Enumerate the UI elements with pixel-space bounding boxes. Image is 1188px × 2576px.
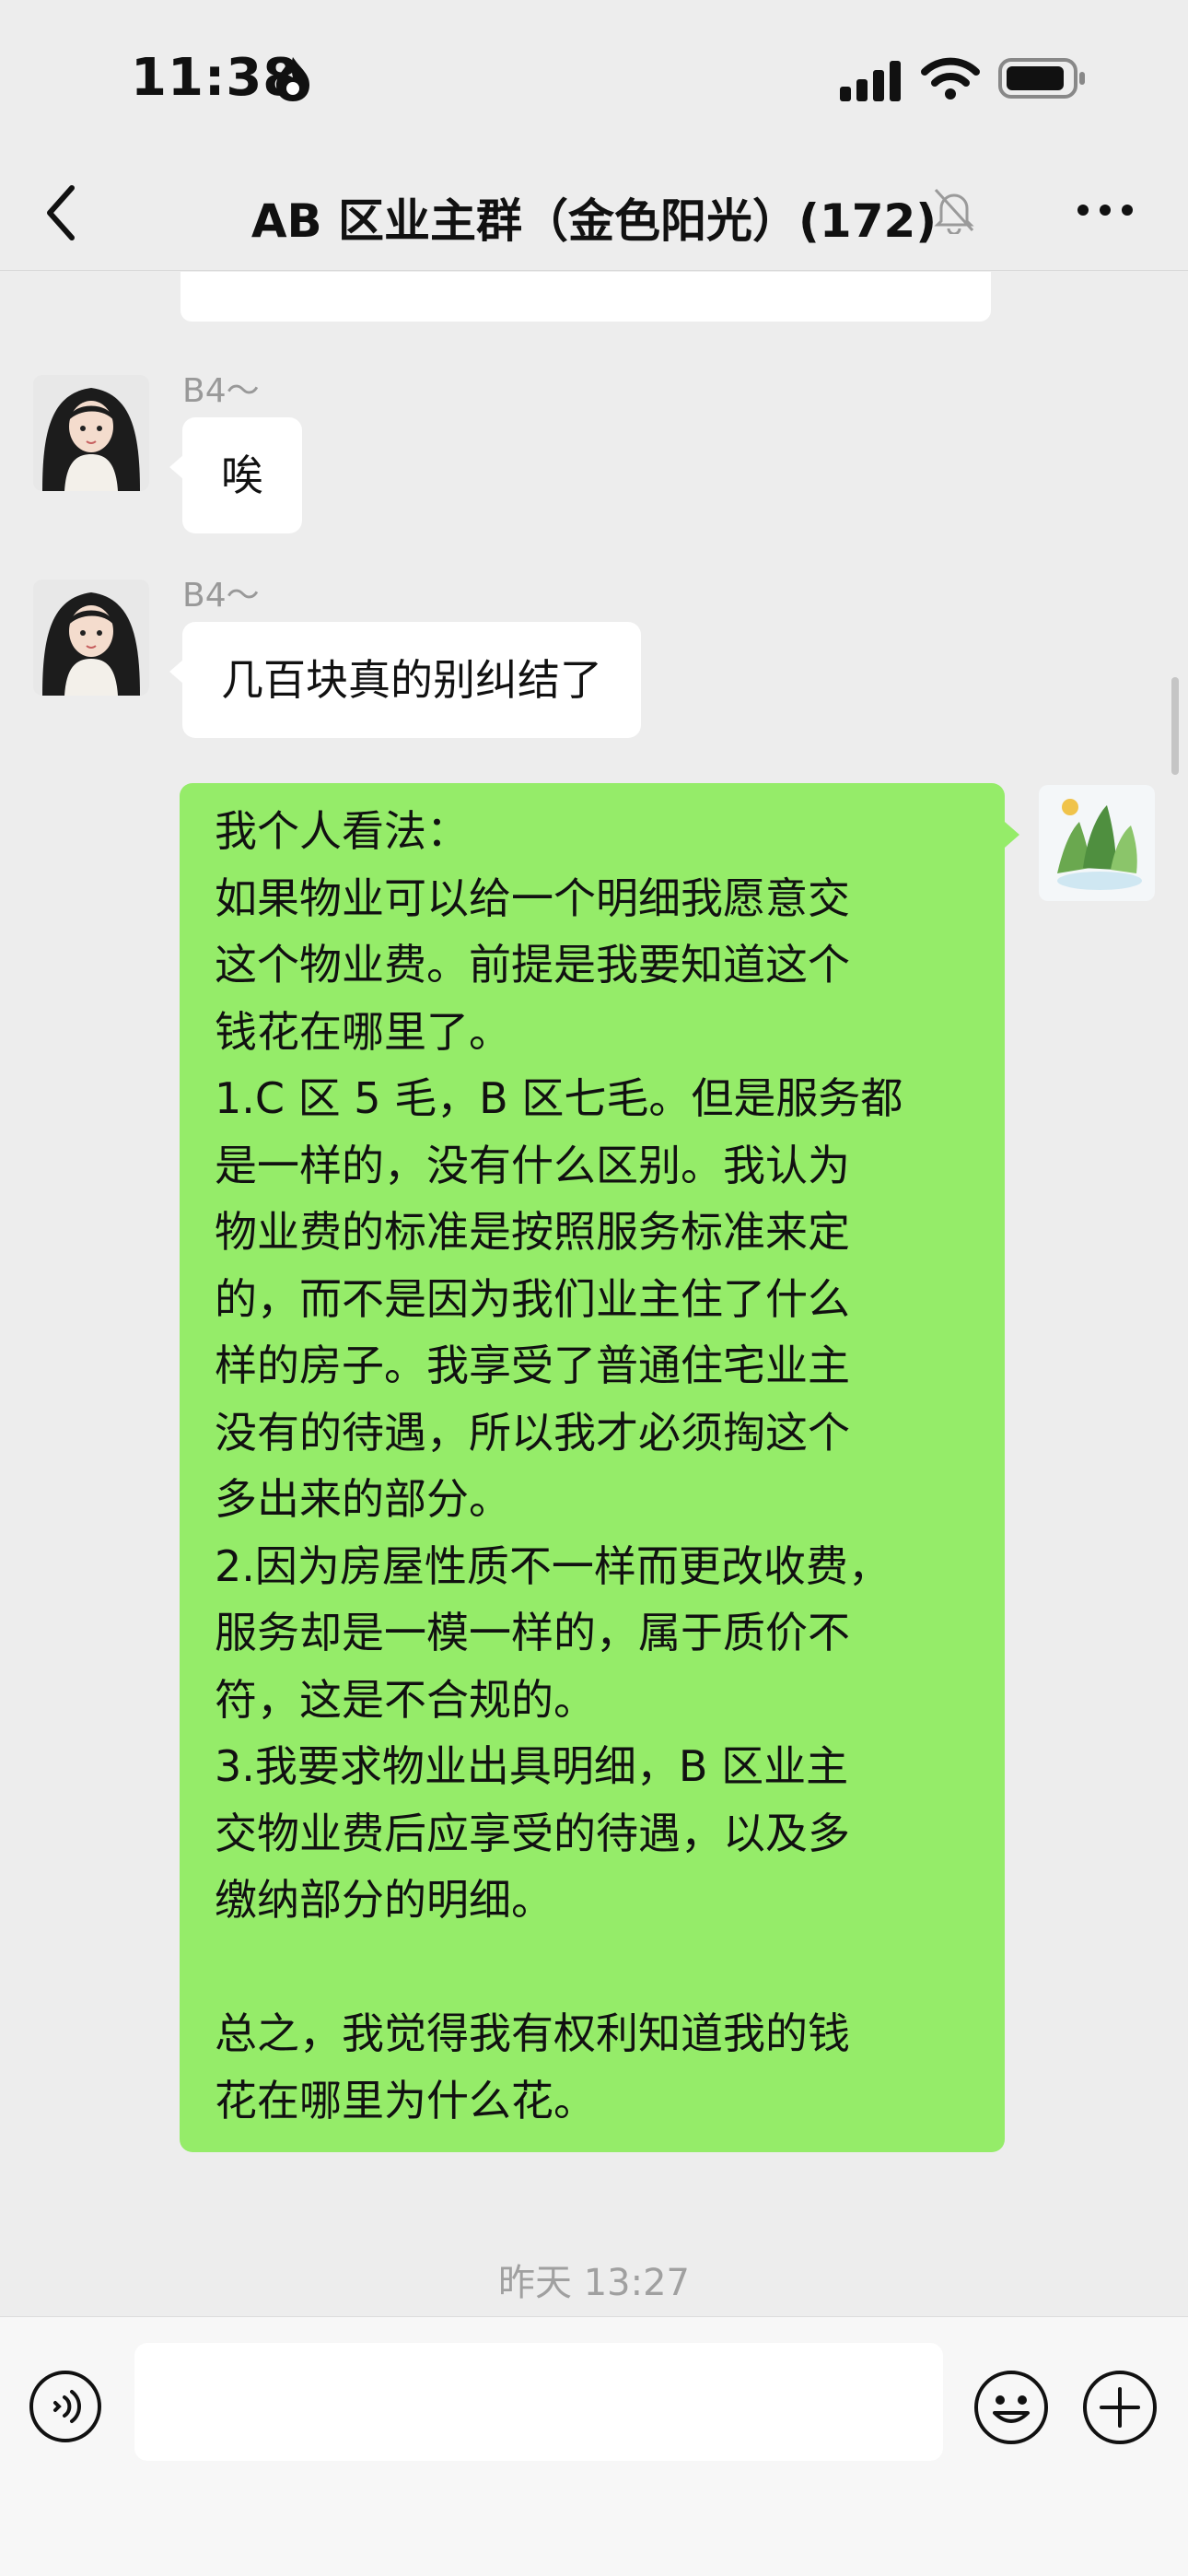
chat-title: AB 区业主群（金色阳光）(172) [250, 194, 938, 248]
smiley-icon[interactable] [973, 2369, 1050, 2446]
flame-icon [276, 57, 309, 101]
wifi-icon [921, 57, 980, 100]
avatar-self[interactable] [1039, 785, 1155, 901]
input-bar [0, 2316, 1188, 2576]
message-text: 我个人看法： 如果物业可以给一个明细我愿意交 这个物业费。前提是我要知道这个 钱… [215, 806, 903, 2125]
plus-circle-icon[interactable] [1081, 2369, 1159, 2446]
avatar[interactable] [33, 375, 149, 491]
message-bubble-incoming[interactable]: 唉 [169, 417, 302, 533]
chat-header: AB 区业主群（金色阳光）(172) [0, 157, 1188, 271]
message-text: 唉 [221, 451, 263, 500]
cellular-signal-icon [840, 61, 901, 101]
avatar[interactable] [33, 580, 149, 696]
scrollbar[interactable] [1171, 677, 1179, 775]
sender-name: B4～ [182, 372, 260, 410]
ellipsis-icon[interactable] [1076, 193, 1135, 227]
message-bubble-incoming[interactable]: 家都看见了啊 [181, 272, 991, 322]
message-text: 几百块真的别纠结了 [221, 655, 602, 705]
sender-name: B4～ [182, 577, 260, 615]
message-list[interactable]: 家都看见了啊 B4～ 唉 B4～ 几百块真的别纠结了 我个人看法： 如果物业可以… [0, 272, 1188, 2317]
battery-icon [998, 58, 1085, 99]
message-bubble-outgoing[interactable]: 我个人看法： 如果物业可以给一个明细我愿意交 这个物业费。前提是我要知道这个 钱… [180, 783, 1019, 2152]
bell-off-icon [934, 188, 974, 234]
timestamp: 昨天 13:27 [498, 2262, 690, 2304]
status-bar: 11:38 [0, 0, 1188, 157]
message-bubble-incoming[interactable]: 几百块真的别纠结了 [169, 622, 641, 738]
message-input[interactable] [134, 2343, 943, 2461]
message-text: 家都看见了啊 [219, 272, 473, 281]
voice-icon[interactable] [28, 2369, 103, 2444]
